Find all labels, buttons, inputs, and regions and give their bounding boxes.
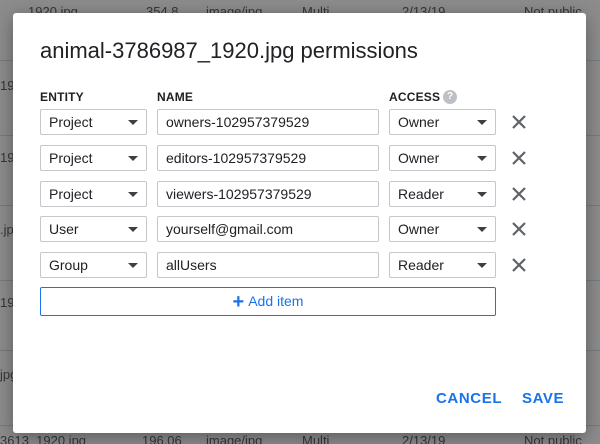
entity-select[interactable]: Group	[40, 252, 147, 278]
chevron-down-icon	[128, 227, 138, 232]
entity-select[interactable]: Project	[40, 109, 147, 135]
add-item-label: Add item	[248, 293, 304, 309]
entity-select-value: Group	[49, 257, 88, 273]
access-select[interactable]: Reader	[389, 252, 496, 278]
entity-select[interactable]: Project	[40, 145, 147, 171]
permission-row: User yourself@gmail.com Owner	[13, 216, 586, 242]
close-icon[interactable]	[509, 148, 529, 168]
chevron-down-icon	[128, 192, 138, 197]
access-select-value: Reader	[398, 186, 444, 202]
entity-select-value: User	[49, 221, 79, 237]
access-select[interactable]: Owner	[389, 109, 496, 135]
help-icon[interactable]: ?	[443, 90, 457, 104]
chevron-down-icon	[477, 227, 487, 232]
access-select-value: Owner	[398, 221, 440, 237]
entity-select[interactable]: User	[40, 216, 147, 242]
column-header-name: NAME	[157, 90, 194, 104]
chevron-down-icon	[128, 156, 138, 161]
name-field[interactable]: owners-102957379529	[157, 109, 379, 135]
chevron-down-icon	[477, 192, 487, 197]
access-select[interactable]: Owner	[389, 216, 496, 242]
save-button[interactable]: SAVE	[522, 390, 564, 407]
chevron-down-icon	[128, 120, 138, 125]
close-icon[interactable]	[509, 219, 529, 239]
access-select-value: Owner	[398, 114, 440, 130]
close-icon[interactable]	[509, 184, 529, 204]
chevron-down-icon	[477, 156, 487, 161]
column-header-access: ACCESS	[389, 90, 441, 104]
permission-row: Project owners-102957379529 Owner	[13, 109, 586, 135]
entity-select-value: Project	[49, 150, 93, 166]
column-header-entity: ENTITY	[40, 90, 84, 104]
plus-icon: +	[232, 291, 245, 313]
entity-select[interactable]: Project	[40, 181, 147, 207]
add-item-button[interactable]: + Add item	[40, 287, 496, 316]
entity-select-value: Project	[49, 186, 93, 202]
access-select-value: Owner	[398, 150, 440, 166]
permission-row: Project editors-102957379529 Owner	[13, 145, 586, 171]
access-select[interactable]: Reader	[389, 181, 496, 207]
name-field[interactable]: yourself@gmail.com	[157, 216, 379, 242]
name-field[interactable]: viewers-102957379529	[157, 181, 379, 207]
permissions-dialog: animal-3786987_1920.jpg permissions ENTI…	[13, 13, 586, 433]
dialog-title: animal-3786987_1920.jpg permissions	[40, 38, 418, 63]
chevron-down-icon	[477, 263, 487, 268]
close-icon[interactable]	[509, 255, 529, 275]
permission-row: Project viewers-102957379529 Reader	[13, 181, 586, 207]
access-select-value: Reader	[398, 257, 444, 273]
chevron-down-icon	[477, 120, 487, 125]
close-icon[interactable]	[509, 112, 529, 132]
permission-row: Group allUsers Reader	[13, 252, 586, 278]
name-field[interactable]: allUsers	[157, 252, 379, 278]
entity-select-value: Project	[49, 114, 93, 130]
cancel-button[interactable]: CANCEL	[436, 390, 502, 407]
name-field[interactable]: editors-102957379529	[157, 145, 379, 171]
chevron-down-icon	[128, 263, 138, 268]
access-select[interactable]: Owner	[389, 145, 496, 171]
